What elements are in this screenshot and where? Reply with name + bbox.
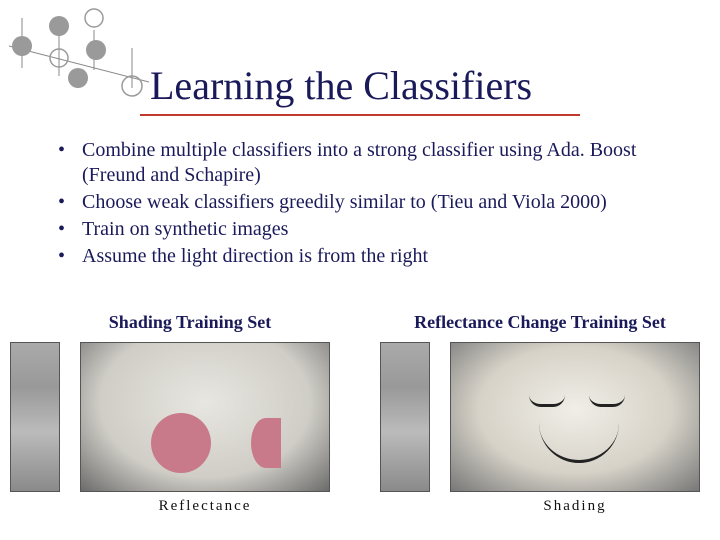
corner-decoration xyxy=(4,8,154,98)
bullet-item: Combine multiple classifiers into a stro… xyxy=(58,138,668,188)
shading-sample-pillow xyxy=(80,342,330,492)
image-label-shading: Shading xyxy=(543,498,606,515)
caption-shading-set: Shading Training Set xyxy=(0,312,360,333)
caption-reflectance-set: Reflectance Change Training Set xyxy=(360,312,720,333)
reflectance-sample-strip xyxy=(380,342,430,492)
image-label-reflectance: Reflectance xyxy=(159,498,252,515)
slide-title: Learning the Classifiers xyxy=(150,62,532,109)
bullet-item: Train on synthetic images xyxy=(58,217,668,242)
bullet-item: Assume the light direction is from the r… xyxy=(58,244,668,269)
shading-sample-strip xyxy=(10,342,60,492)
bullet-list: Combine multiple classifiers into a stro… xyxy=(58,138,668,271)
bullet-item: Choose weak classifiers greedily similar… xyxy=(58,190,668,215)
reflectance-sample-pillow xyxy=(450,342,700,492)
title-underline xyxy=(140,114,580,116)
training-images-row: Reflectance Shading xyxy=(0,342,720,522)
